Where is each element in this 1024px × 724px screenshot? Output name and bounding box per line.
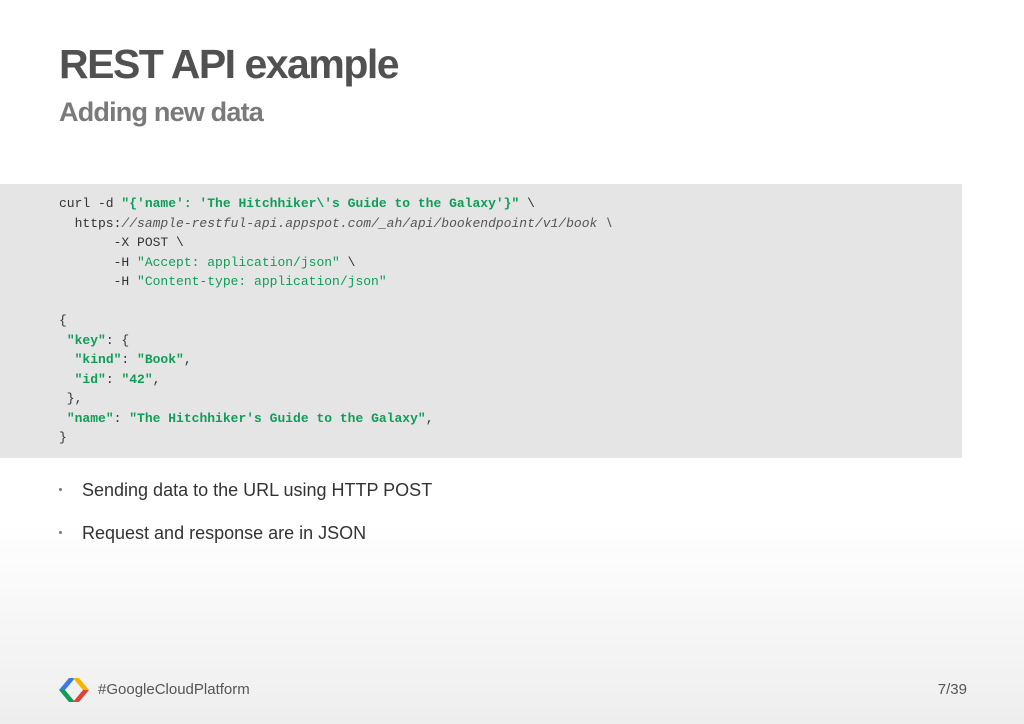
bullet-text: Sending data to the URL using HTTP POST <box>82 480 433 500</box>
code-line: -X POST \ <box>59 235 184 250</box>
code-line: https://sample-restful-api.appspot.com/_… <box>59 215 613 231</box>
bullet-dot-icon <box>59 531 62 534</box>
code-line: curl -d "{'name': 'The Hitchhiker\'s Gui… <box>59 196 535 211</box>
bullet-dot-icon <box>59 488 62 491</box>
code-line: { <box>59 313 67 328</box>
code-block: curl -d "{'name': 'The Hitchhiker\'s Gui… <box>0 184 962 458</box>
code-line: } <box>59 430 67 445</box>
slide-title: REST API example <box>59 41 400 87</box>
code-line: }, <box>59 391 83 406</box>
code-line: -H "Accept: application/json" \ <box>59 254 356 270</box>
code-line: "name": "The Hitchhiker's Guide to the G… <box>66 410 434 426</box>
google-cloud-logo-icon <box>59 678 89 702</box>
code-line: "id": "42", <box>74 371 161 387</box>
slide: REST API example Adding new data curl -d… <box>0 0 1024 724</box>
bullet-text: Request and response are in JSON <box>82 523 367 543</box>
bullet-list: Sending data to the URL using HTTP POST … <box>59 475 432 561</box>
code-line: -H "Content-type: application/json" <box>59 274 387 289</box>
bullet-item: Sending data to the URL using HTTP POST <box>59 475 432 518</box>
code-line: "kind": "Book", <box>74 352 192 367</box>
page-number: 7/39 <box>937 681 967 698</box>
bullet-item: Request and response are in JSON <box>59 518 432 561</box>
code-line: "key": { <box>66 332 130 348</box>
slide-subtitle: Adding new data <box>59 97 264 127</box>
footer-hashtag: #GoogleCloudPlatform <box>98 681 250 698</box>
